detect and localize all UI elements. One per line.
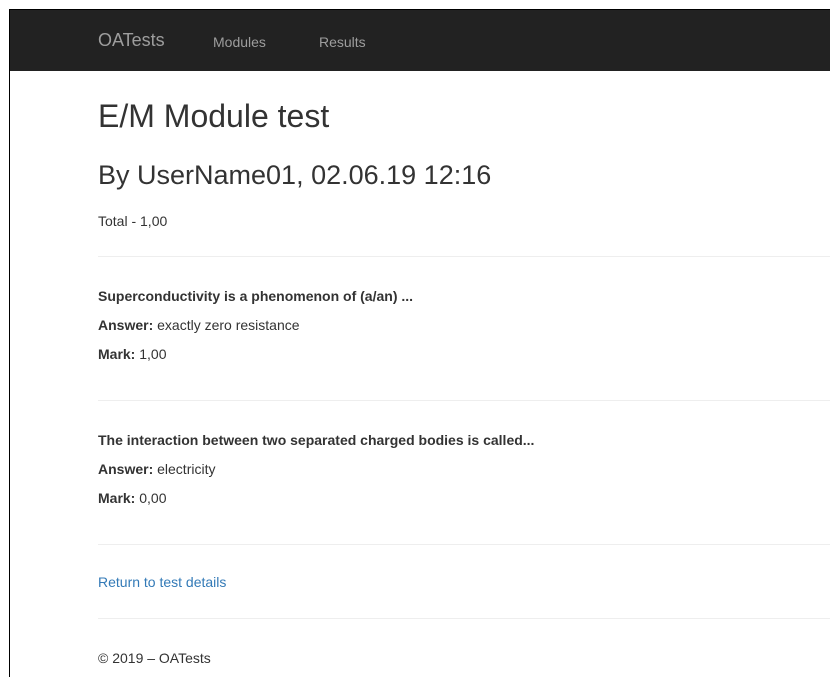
mark-label: Mark: xyxy=(98,490,136,506)
answer-value: exactly zero resistance xyxy=(157,317,300,333)
brand-link[interactable]: OATests xyxy=(98,30,165,50)
answer-label: Answer: xyxy=(98,461,154,477)
answer-line: Answer: electricity xyxy=(98,460,830,478)
divider xyxy=(98,400,830,401)
answer-line: Answer: exactly zero resistance xyxy=(98,316,830,334)
page-subtitle: By UserName01, 02.06.19 12:16 xyxy=(98,160,492,190)
return-to-test-details-link[interactable]: Return to test details xyxy=(98,573,226,591)
mark-label: Mark: xyxy=(98,346,136,362)
mark-line: Mark: 0,00 xyxy=(98,489,830,507)
page-title: E/M Module test xyxy=(98,98,330,134)
answer-value: electricity xyxy=(157,461,216,477)
total-score: Total - 1,00 xyxy=(98,213,168,229)
mark-value: 0,00 xyxy=(139,490,167,506)
nav-link-results[interactable]: Results xyxy=(319,33,366,51)
question-item: The interaction between two separated ch… xyxy=(98,431,830,507)
mark-value: 1,00 xyxy=(139,346,167,362)
nav-link-modules[interactable]: Modules xyxy=(213,33,266,51)
divider xyxy=(98,256,830,257)
top-navbar: OATests Modules Results xyxy=(10,10,830,71)
question-text: Superconductivity is a phenomenon of (a/… xyxy=(98,288,414,304)
mark-line: Mark: 1,00 xyxy=(98,345,830,363)
question-text: The interaction between two separated ch… xyxy=(98,432,535,448)
divider xyxy=(98,544,830,545)
question-item: Superconductivity is a phenomenon of (a/… xyxy=(98,287,830,363)
divider xyxy=(98,618,830,619)
browser-viewport: OATests Modules Results E/M Module test … xyxy=(9,9,830,677)
answer-label: Answer: xyxy=(98,317,154,333)
footer-copyright: © 2019 – OATests xyxy=(98,650,211,666)
